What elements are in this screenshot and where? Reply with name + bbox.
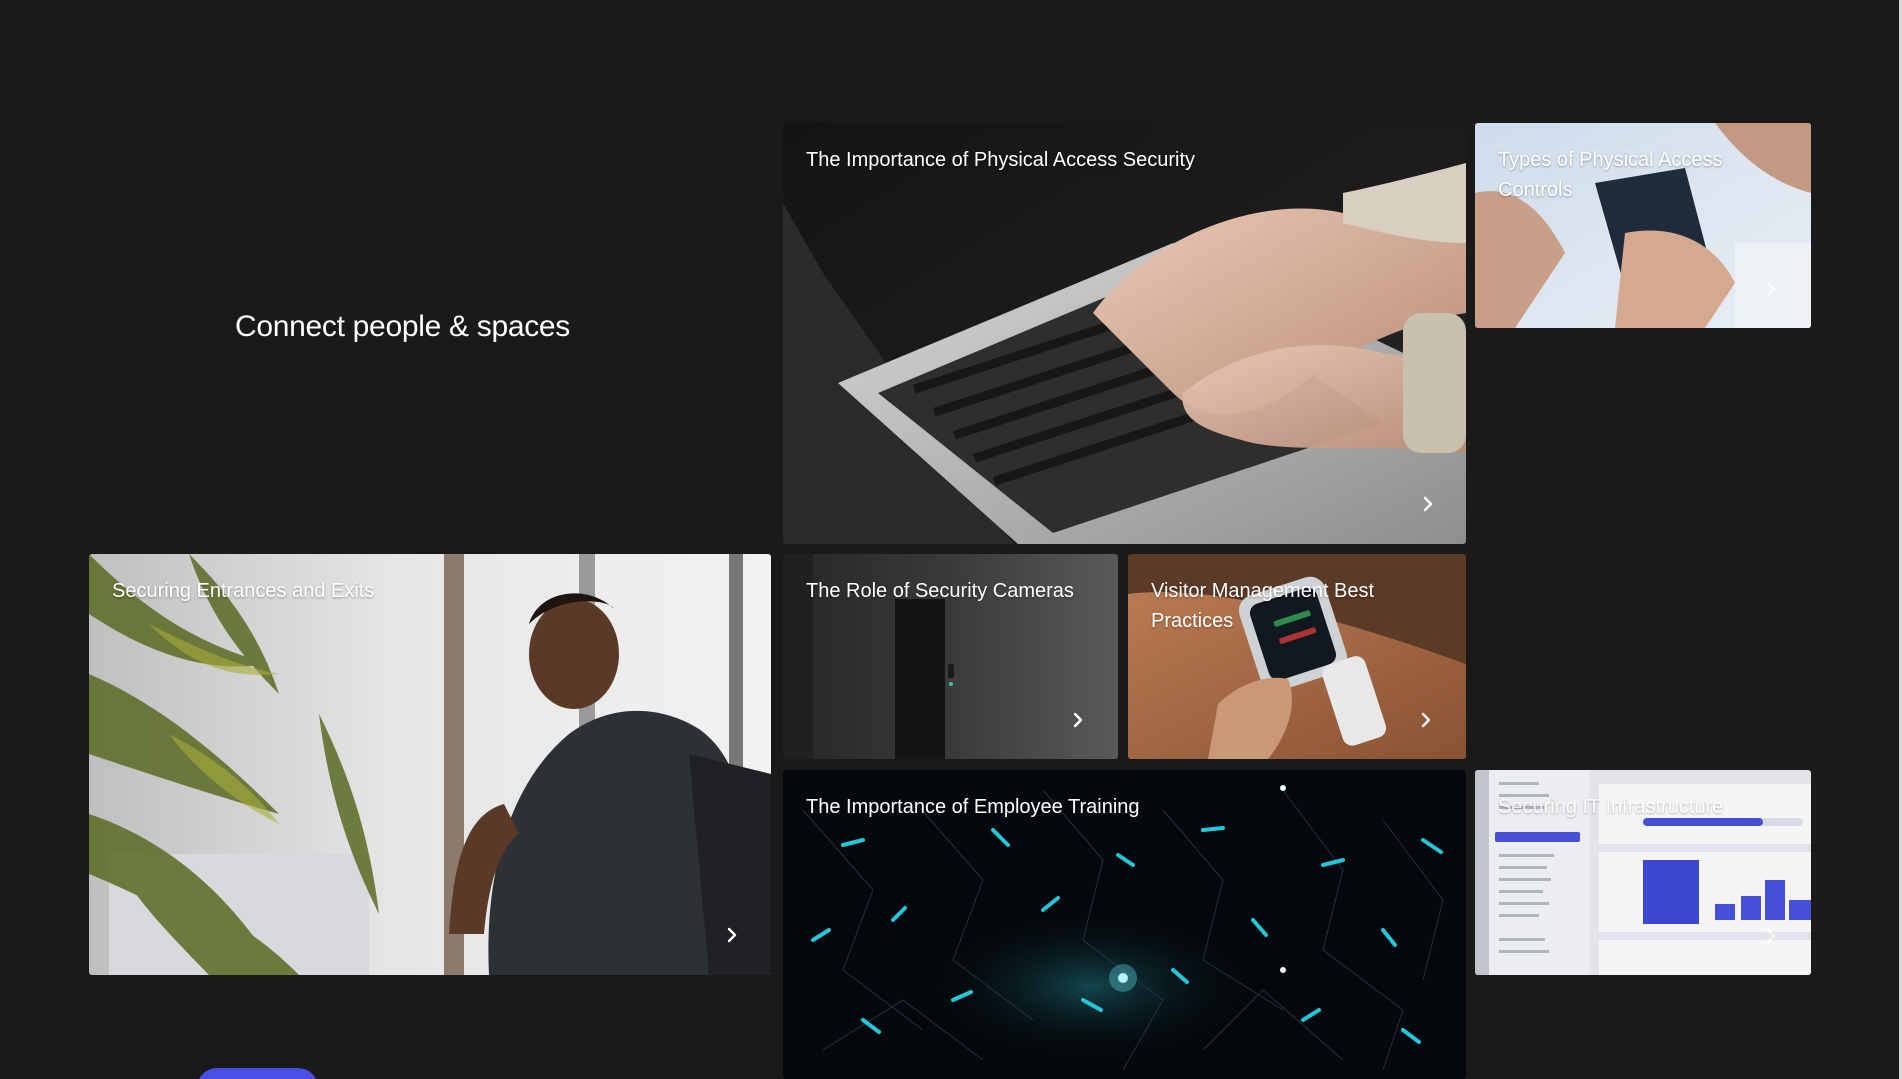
card-security-cameras[interactable]: The Role of Security Cameras xyxy=(783,554,1118,759)
card-title: The Importance of Employee Training xyxy=(806,796,1140,818)
card-title: Securing IT Infrastructure xyxy=(1498,796,1724,818)
card-employee-training[interactable]: The Importance of Employee Training xyxy=(783,770,1466,1079)
chevron-right-icon xyxy=(721,924,743,946)
cta-button[interactable] xyxy=(197,1068,318,1079)
chevron-right-icon xyxy=(1067,709,1089,731)
chevron-right-icon xyxy=(1760,925,1782,947)
card-title: Visitor Management Best Practices xyxy=(1151,580,1375,632)
man-at-door-image xyxy=(89,554,771,975)
chevron-right-icon xyxy=(1417,493,1439,515)
card-visitor-management[interactable]: Visitor Management Best Practices xyxy=(1128,554,1466,759)
card-types-access-controls[interactable]: Types of Physical Access Controls xyxy=(1475,123,1811,328)
card-title: Types of Physical Access Controls xyxy=(1498,149,1723,201)
card-title: The Role of Security Cameras xyxy=(806,580,1074,602)
laptop-typing-image xyxy=(783,123,1466,544)
card-securing-entrances[interactable]: Securing Entrances and Exits xyxy=(89,554,771,975)
card-title: Securing Entrances and Exits xyxy=(112,580,375,602)
card-securing-it[interactable]: Securing IT Infrastructure xyxy=(1475,770,1811,975)
chevron-right-icon xyxy=(1760,278,1782,300)
card-physical-access-security[interactable]: The Importance of Physical Access Securi… xyxy=(783,123,1466,544)
card-title: The Importance of Physical Access Securi… xyxy=(806,149,1196,171)
hero-title: Connect people & spaces xyxy=(235,310,570,343)
chevron-right-icon xyxy=(1415,709,1437,731)
page: Connect people & spaces The Importance o… xyxy=(0,0,1902,1079)
